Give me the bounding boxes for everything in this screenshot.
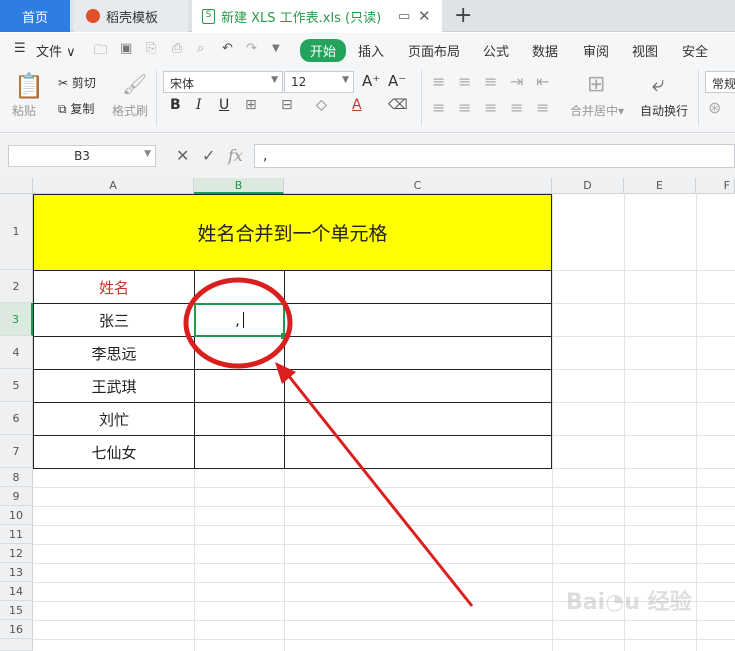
highlight-circle — [183, 277, 293, 369]
baidu-watermark-logo: Bai◔u 经验 — [566, 590, 692, 615]
annotation-arrow-line — [286, 374, 474, 607]
annotation-overlay — [183, 277, 474, 607]
